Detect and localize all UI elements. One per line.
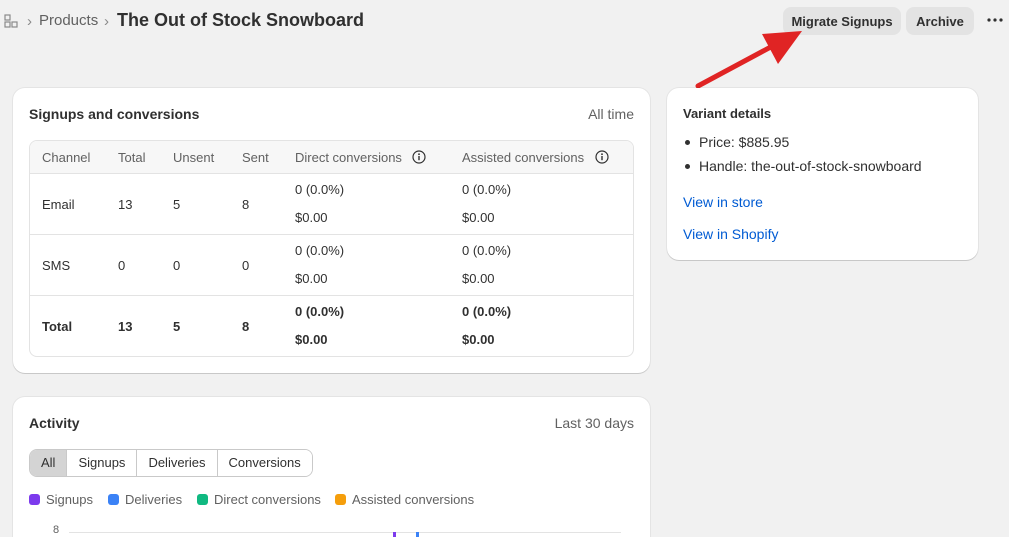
cell-direct-value: $0.00 [295,332,328,347]
cell-assisted-value: $0.00 [462,332,495,347]
cell-assisted-count: 0 (0.0%) [462,304,512,319]
column-header-channel: Channel [42,150,91,165]
migrate-signups-button[interactable]: Migrate Signups [783,7,901,35]
column-header-direct-conversions: Direct conversions [295,150,402,165]
more-horizontal-icon[interactable] [986,13,1004,27]
legend-item-signups[interactable]: Signups [29,492,93,507]
cell-sent: 0 [242,258,250,273]
page-title: The Out of Stock Snowboard [117,10,364,30]
activity-card: Activity Last 30 days All Signups Delive… [13,397,650,537]
signups-conversions-card: Signups and conversions All time Channel… [13,88,650,373]
tab-deliveries[interactable]: Deliveries [137,450,218,476]
legend-label: Deliveries [125,492,183,507]
legend-swatch [335,494,346,505]
chart-bar-deliveries [416,532,419,537]
breadcrumb-products[interactable]: Products [39,12,98,29]
cell-total: 13 [118,197,133,212]
chart-bar-signups [393,532,396,537]
activity-filter-tabs: All Signups Deliveries Conversions [29,449,313,477]
legend-label: Direct conversions [214,492,321,507]
cell-sent: 8 [242,319,250,334]
info-icon[interactable] [595,150,609,164]
info-icon[interactable] [412,150,426,164]
cell-unsent: 5 [173,319,181,334]
variant-price: Price: $885.95 [683,132,922,156]
card-title: Variant details [683,106,772,121]
breadcrumb-separator: › [27,13,32,30]
cell-total: 0 [118,258,126,273]
breadcrumb-separator: › [104,13,109,30]
legend-swatch [29,494,40,505]
cell-direct-value: $0.00 [295,210,328,225]
store-icon[interactable] [4,14,18,28]
cell-direct-count: 0 (0.0%) [295,243,345,258]
chart-gridline [69,532,621,533]
cell-assisted-count: 0 (0.0%) [462,243,512,258]
date-range-label: All time [588,106,634,122]
cell-assisted-value: $0.00 [462,210,495,225]
legend-label: Assisted conversions [352,492,475,507]
column-header-total: Total [118,150,146,165]
column-header-assisted-conversions: Assisted conversions [462,150,585,165]
card-title: Activity [29,415,80,431]
cell-unsent: 0 [173,258,181,273]
cell-assisted-count: 0 (0.0%) [462,182,512,197]
y-axis-tick: 8 [53,524,60,536]
variant-details-list: Price: $885.95 Handle: the-out-of-stock-… [683,132,922,180]
tab-all[interactable]: All [30,450,68,476]
tab-signups[interactable]: Signups [67,450,138,476]
variant-details-card: Variant details Price: $885.95 Handle: t… [667,88,978,260]
view-in-shopify-link[interactable]: View in Shopify [683,226,778,242]
cell-direct-count: 0 (0.0%) [295,304,345,319]
view-in-store-link[interactable]: View in store [683,194,763,210]
cell-sent: 8 [242,197,250,212]
tab-conversions[interactable]: Conversions [217,450,312,476]
column-header-unsent: Unsent [173,150,215,165]
legend-item-deliveries[interactable]: Deliveries [108,492,182,507]
signups-table: Channel Total Unsent Sent Direct convers… [29,140,634,357]
legend-swatch [108,494,119,505]
table-row: SMS 0 0 0 0 (0.0%) $0.00 0 (0.0%) $0.00 [30,235,633,296]
table-row: Email 13 5 8 0 (0.0%) $0.00 0 (0.0%) $0.… [30,174,633,235]
date-range-label: Last 30 days [554,415,634,431]
variant-handle: Handle: the-out-of-stock-snowboard [683,156,922,180]
cell-channel: Total [42,319,73,334]
card-title: Signups and conversions [29,106,200,122]
table-header: Channel Total Unsent Sent Direct convers… [30,141,633,174]
page-header: › Products › The Out of Stock Snowboard … [0,0,1009,46]
legend-item-assisted-conversions[interactable]: Assisted conversions [335,492,474,507]
cell-unsent: 5 [173,197,181,212]
archive-button[interactable]: Archive [906,7,974,35]
cell-channel: Email [42,197,75,212]
legend-item-direct-conversions[interactable]: Direct conversions [197,492,321,507]
column-header-sent: Sent [242,150,269,165]
legend-swatch [197,494,208,505]
table-row-total: Total 13 5 8 0 (0.0%) $0.00 0 (0.0%) $0.… [30,296,633,356]
cell-total: 13 [118,319,133,334]
cell-direct-count: 0 (0.0%) [295,182,345,197]
cell-assisted-value: $0.00 [462,271,495,286]
cell-channel: SMS [42,258,71,273]
cell-direct-value: $0.00 [295,271,328,286]
legend-label: Signups [46,492,93,507]
